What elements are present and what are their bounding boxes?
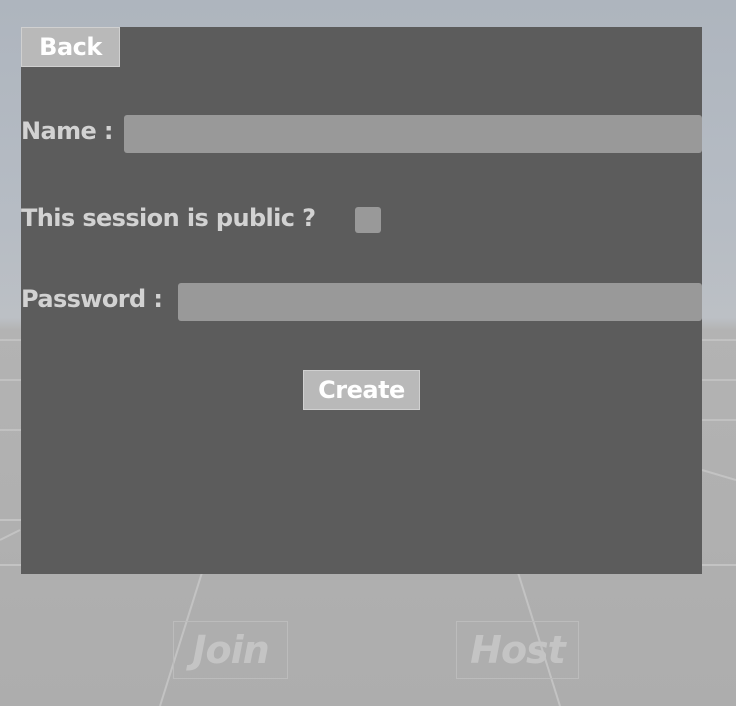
create-button[interactable]: Create [303, 370, 420, 410]
host-button[interactable]: Host [456, 621, 579, 679]
name-label: Name : [21, 117, 114, 145]
password-label: Password : [21, 285, 163, 313]
join-button[interactable]: Join [173, 621, 288, 679]
back-button[interactable]: Back [21, 27, 120, 67]
public-checkbox[interactable] [355, 207, 381, 233]
password-field[interactable] [178, 283, 702, 321]
level-viewport: Join Host Back Name : This session is pu… [0, 0, 736, 706]
name-field[interactable] [124, 115, 702, 153]
create-session-panel: Back Name : This session is public ? Pas… [21, 27, 702, 574]
public-label: This session is public ? [21, 204, 316, 232]
